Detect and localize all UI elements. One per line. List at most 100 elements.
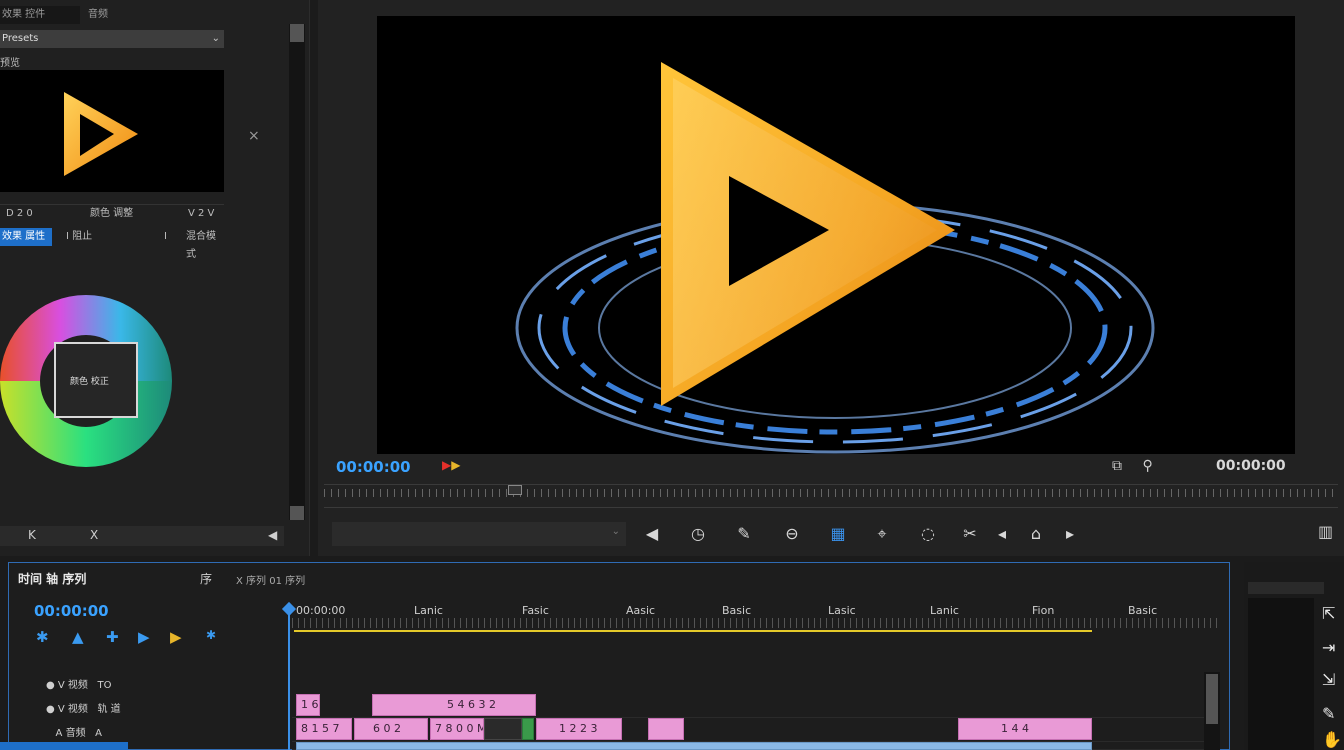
tab-transition-properties[interactable]: I 阻止 (66, 228, 92, 246)
preset-dropdown[interactable]: Presets ⌄ (0, 30, 224, 48)
tools-area (1248, 598, 1314, 750)
clip-thumbnail (0, 70, 224, 192)
selected-track-row[interactable] (0, 742, 128, 750)
timeline-clip[interactable]: 1 4 4 (958, 718, 1092, 740)
scrollbar-thumb[interactable] (290, 24, 304, 42)
preset-dropdown-value: Presets (2, 33, 39, 44)
tab-effect-properties[interactable]: 效果 属性 (0, 228, 52, 246)
playhead-timecode[interactable]: 00:00:00 (336, 458, 411, 476)
scrub-playhead[interactable] (508, 485, 522, 495)
monitor-settings-icons[interactable]: ⧉ ⚲ (1112, 458, 1153, 474)
property-label: D 2 0 (6, 208, 33, 219)
safe-margins-button[interactable]: ▦ (826, 522, 850, 546)
track-lane-v1: 8 1 5 7 6 0 2 7 8 0 0 M 1 2 2 3 1 4 4 (292, 718, 1204, 742)
prev-edit-button[interactable]: ◂ (990, 522, 1014, 546)
ruler-label: Aasic (626, 604, 656, 617)
duration-timecode: 00:00:00 (1216, 458, 1286, 474)
ruler-label: Fion (1032, 604, 1055, 617)
play-logo-thumbnail-icon (64, 92, 138, 176)
ruler-ticks (292, 618, 1222, 628)
track-select-icon[interactable]: ✱ (36, 628, 49, 646)
timeline-clip[interactable] (484, 718, 522, 740)
timeline-playhead[interactable] (288, 604, 290, 750)
timeline-scrollbar[interactable] (1204, 672, 1220, 750)
footer-collapse-button[interactable]: ◀ (268, 528, 277, 542)
ripple-tool-icon[interactable]: ⇲ (1322, 670, 1335, 689)
ripple-icon[interactable]: ▲ (72, 628, 84, 646)
tab-marker[interactable]: I (164, 228, 167, 246)
ruler-label: Lasic (828, 604, 856, 617)
left-panel-scrollbar[interactable] (289, 24, 305, 520)
selection-tool-icon[interactable]: ⇱ (1322, 604, 1335, 623)
panel-tab-audio[interactable]: 音频 (88, 6, 108, 24)
tools-header (1248, 582, 1324, 594)
play-logo-render-icon (515, 62, 1155, 454)
panel-tab-effect-controls[interactable]: 效果 控件 (0, 6, 80, 24)
track-extra: 轨 道 (97, 704, 121, 715)
clip-label: 1 2 2 3 (559, 722, 598, 735)
ruler-label: 00:00:00 (296, 604, 346, 617)
clip-label: 5 4 6 3 2 (447, 698, 496, 711)
clip-label: 1 4 4 (1001, 722, 1029, 735)
track-header[interactable]: A 音频 A (46, 724, 102, 739)
timeline-clip[interactable]: 5 4 6 3 2 (372, 694, 536, 716)
export-frame-icon[interactable]: ⧉ (1112, 458, 1122, 474)
timeline-tab[interactable]: 序 (200, 570, 212, 587)
lift-button[interactable]: ⌂ (1024, 522, 1048, 546)
scrub-ticks (324, 489, 1338, 497)
track-extra: TO (97, 680, 112, 691)
timeline-clip[interactable]: 6 0 2 (354, 718, 428, 740)
timeline-clip[interactable]: 7 8 0 0 M (430, 718, 484, 740)
ruler-label: Lanic (930, 604, 959, 617)
marker-button[interactable]: ◷ (686, 522, 710, 546)
video-preview[interactable] (377, 16, 1295, 454)
pen-tool-icon[interactable]: ✎ (1322, 704, 1335, 723)
hand-tool-icon[interactable]: ✋ (1322, 730, 1342, 749)
edit-button[interactable]: ✎ (732, 522, 756, 546)
timeline-clip[interactable] (522, 718, 534, 740)
color-wheel-label: 颜色 校正 (70, 377, 109, 387)
play-marker-icon[interactable]: ▶ (170, 628, 182, 646)
step-back-button[interactable]: ◀ (640, 522, 664, 546)
ruler-label: Fasic (522, 604, 549, 617)
left-panel-footer: K X ◀ (0, 526, 284, 546)
footer-button-x[interactable]: X (90, 528, 98, 542)
scrollbar-end[interactable] (290, 506, 304, 520)
timeline-clip[interactable]: 1 6 (296, 694, 320, 716)
loop-button[interactable]: ◌ (916, 522, 940, 546)
properties-tabs-row: 效果 属性 I 阻止 I 混合模式 (0, 228, 224, 260)
ruler-label: Basic (722, 604, 752, 617)
track-select-tool-icon[interactable]: ⇥ (1322, 638, 1335, 657)
work-area-bar[interactable] (294, 630, 1092, 632)
monitor-menu-icon[interactable]: ▥ (1318, 522, 1333, 541)
transport-dropdown[interactable]: ⌄ (332, 522, 626, 546)
snap-icon[interactable]: ✚ (106, 628, 119, 646)
zoom-out-button[interactable]: ⊖ (780, 522, 804, 546)
footer-button-k[interactable]: K (28, 528, 36, 542)
sequence-tab[interactable]: X 序列 01 序列 (236, 572, 305, 587)
timeline-timecode[interactable]: 00:00:00 (34, 602, 109, 620)
close-icon[interactable]: × (248, 128, 260, 144)
play-icon[interactable]: ▶ (138, 628, 150, 646)
timeline-clip[interactable]: 8 1 5 7 (296, 718, 352, 740)
tab-blend-mode[interactable]: 混合模式 (186, 228, 224, 264)
monitor-scrub-bar[interactable] (324, 484, 1338, 508)
settings-icon[interactable]: ✱ (206, 628, 216, 642)
timeline-clip[interactable]: 1 2 2 3 (536, 718, 622, 740)
track-header[interactable]: ● V 视频 轨 道 (46, 700, 121, 715)
razor-button[interactable]: ✂ (958, 522, 982, 546)
scrollbar-thumb[interactable] (1206, 674, 1218, 724)
play-indicator-icon: ▶▶ (442, 458, 461, 472)
target-button[interactable]: ⌖ (870, 522, 894, 546)
timeline-ruler[interactable]: 00:00:00 Lanic Fasic Aasic Basic Lasic L… (292, 602, 1222, 632)
chevron-down-icon: ⌄ (211, 33, 220, 44)
next-edit-button[interactable]: ▸ (1058, 522, 1082, 546)
properties-row: D 2 0 颜色 调整 V 2 V (0, 204, 224, 222)
wrench-icon[interactable]: ⚲ (1142, 458, 1152, 474)
track-lane-v2: 1 6 5 4 6 3 2 (292, 694, 1204, 718)
track-name: V 视频 (57, 680, 88, 691)
track-header[interactable]: ● V 视频 TO (46, 676, 111, 691)
audio-clip[interactable] (296, 742, 1092, 750)
timeline-clip[interactable] (648, 718, 684, 740)
track-extra: A (95, 728, 102, 739)
